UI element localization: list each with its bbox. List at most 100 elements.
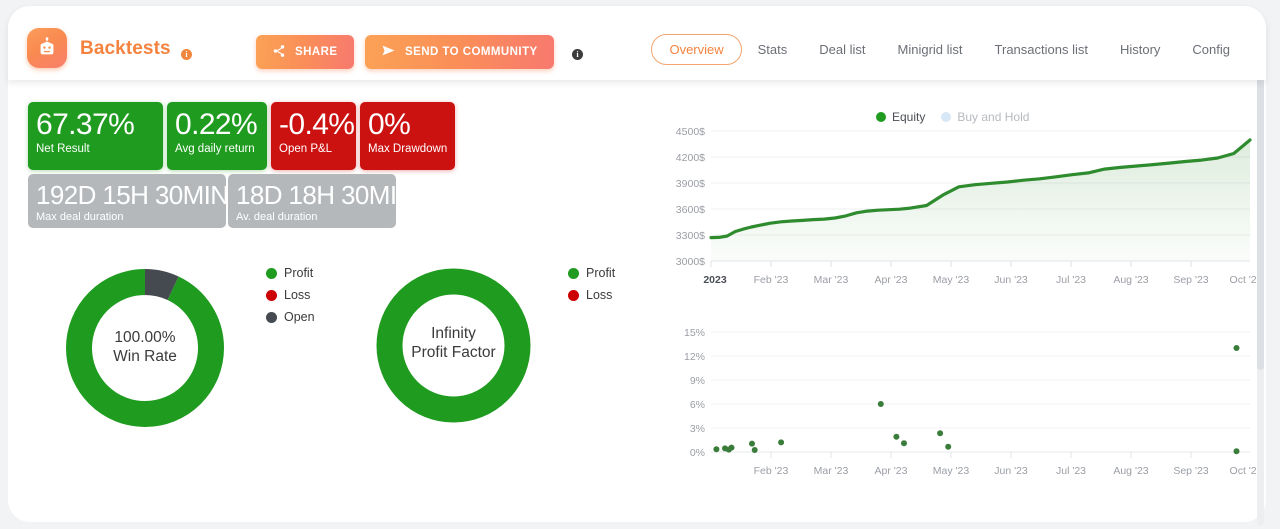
stat-value: 192D 15H 30MIN <box>36 180 218 210</box>
legend-dot-loss <box>568 290 579 301</box>
stat-card-open-pnl: -0.4% Open P&L <box>271 102 356 170</box>
y-tick-label: 15% <box>684 327 705 339</box>
x-tick-label: Feb '23 <box>754 274 789 286</box>
scatter-point[interactable] <box>713 446 719 452</box>
tab-minigrid-list[interactable]: Minigrid list <box>882 35 979 64</box>
x-tick-label: May '23 <box>933 274 970 286</box>
x-tick-label: Apr '23 <box>875 465 908 477</box>
legend-dot-profit <box>568 268 579 279</box>
scatter-point[interactable] <box>901 440 907 446</box>
tab-config[interactable]: Config <box>1176 35 1246 64</box>
scatter-gridlines <box>711 332 1250 452</box>
legend-item-profit: Profit <box>568 266 615 280</box>
stat-value: 0% <box>368 108 447 142</box>
scatter-point[interactable] <box>729 445 735 451</box>
x-tick-label: Jun '23 <box>994 465 1028 477</box>
stat-value: 67.37% <box>36 108 155 142</box>
x-tick-label: Feb '23 <box>754 465 789 477</box>
y-tick-label: 4200$ <box>676 152 705 164</box>
tab-transactions-list[interactable]: Transactions list <box>979 35 1104 64</box>
legend-item-profit: Profit <box>266 266 315 280</box>
scatter-points-group <box>713 345 1239 454</box>
win-rate-donut-chart: 100.00% Win Rate <box>55 258 235 438</box>
legend-item-loss: Loss <box>266 288 315 302</box>
equity-chart-svg: 4500$ 4200$ 3900$ 3600$ 3300$ 3000$ <box>653 118 1258 293</box>
scatter-point[interactable] <box>1234 345 1240 351</box>
scatter-x-axis-labels: Feb '23 Mar '23 Apr '23 May '23 Jun '23 … <box>754 465 1258 477</box>
scatter-point[interactable] <box>752 447 758 453</box>
share-icon <box>272 44 286 61</box>
scatter-y-axis-labels: 15% 12% 9% 6% 3% 0% <box>684 327 705 459</box>
scatter-point[interactable] <box>893 434 899 440</box>
stat-label: Open P&L <box>279 142 348 156</box>
page-title: Backtests <box>80 38 171 60</box>
profit-factor-donut-chart: Infinity Profit Factor <box>366 258 541 433</box>
y-tick-label: 0% <box>690 447 705 459</box>
x-tick-label: Sep '23 <box>1173 465 1208 477</box>
profit-factor-value: Infinity <box>366 324 541 343</box>
share-button[interactable]: SHARE <box>256 35 354 69</box>
x-tick-label: Jul '23 <box>1056 274 1086 286</box>
scrollbar-thumb[interactable] <box>1257 70 1264 370</box>
title-info-icon[interactable]: i <box>181 46 192 64</box>
y-tick-label: 6% <box>690 399 705 411</box>
y-tick-label: 3300$ <box>676 230 705 242</box>
stat-value: 0.22% <box>175 108 259 142</box>
x-tick-label: Mar '23 <box>814 465 849 477</box>
x-tick-label: Aug '23 <box>1113 465 1148 477</box>
profit-factor-legend: Profit Loss <box>568 266 615 310</box>
stat-card-net-result: 67.37% Net Result <box>28 102 163 170</box>
tab-overview[interactable]: Overview <box>651 34 741 65</box>
equity-x-ticks <box>711 261 1191 267</box>
legend-dot-loss <box>266 290 277 301</box>
y-tick-label: 12% <box>684 351 705 363</box>
tab-stats[interactable]: Stats <box>742 35 804 64</box>
scatter-point[interactable] <box>878 401 884 407</box>
stat-label: Net Result <box>36 142 155 156</box>
legend-item-open: Open <box>266 310 315 324</box>
stat-card-avg-daily-return: 0.22% Avg daily return <box>167 102 267 170</box>
y-tick-label: 3600$ <box>676 204 705 216</box>
scatter-point[interactable] <box>945 444 951 450</box>
legend-item-loss: Loss <box>568 288 615 302</box>
equity-x-axis-labels: 2023 Feb '23 Mar '23 Apr '23 May '23 Jun… <box>703 274 1258 286</box>
stat-value: 18D 18H 30MIN <box>236 180 388 210</box>
header-info-icon[interactable]: i <box>572 46 583 64</box>
legend-label: Loss <box>284 288 310 302</box>
legend-label: Open <box>284 310 315 324</box>
legend-label: Profit <box>284 266 313 280</box>
send-to-community-button[interactable]: SEND TO COMMUNITY <box>365 35 554 69</box>
x-tick-label: Sep '23 <box>1173 274 1208 286</box>
share-button-label: SHARE <box>295 46 338 58</box>
equity-y-axis-labels: 4500$ 4200$ 3900$ 3600$ 3300$ 3000$ <box>676 126 705 268</box>
legend-label: Loss <box>586 288 612 302</box>
scatter-x-ticks <box>771 452 1191 458</box>
stat-value: -0.4% <box>279 108 348 142</box>
y-tick-label: 9% <box>690 375 705 387</box>
scatter-point[interactable] <box>749 441 755 447</box>
equity-area <box>711 140 1250 261</box>
win-rate-label: Win Rate <box>55 347 235 366</box>
y-tick-label: 4500$ <box>676 126 705 138</box>
legend-dot-open <box>266 312 277 323</box>
x-tick-label: Apr '23 <box>875 274 908 286</box>
legend-dot-profit <box>266 268 277 279</box>
stat-label: Max deal duration <box>36 210 218 224</box>
scatter-point[interactable] <box>937 430 943 436</box>
vertical-scrollbar[interactable] <box>1257 70 1264 526</box>
tab-deal-list[interactable]: Deal list <box>803 35 881 64</box>
x-tick-label: Mar '23 <box>814 274 849 286</box>
send-icon <box>381 43 396 61</box>
stat-label: Avg daily return <box>175 142 259 156</box>
scatter-point[interactable] <box>778 439 784 445</box>
stat-label: Av. deal duration <box>236 210 388 224</box>
x-tick-label: May '23 <box>933 465 970 477</box>
deal-returns-scatter-svg: 15% 12% 9% 6% 3% 0% Feb '23 Mar '23 <box>653 318 1258 486</box>
x-tick-label: Jul '23 <box>1056 465 1086 477</box>
tab-history[interactable]: History <box>1104 35 1176 64</box>
y-tick-label: 3900$ <box>676 178 705 190</box>
win-rate-legend: Profit Loss Open <box>266 266 315 332</box>
scatter-point[interactable] <box>1234 448 1240 454</box>
x-tick-label: Aug '23 <box>1113 274 1148 286</box>
stat-card-max-drawdown: 0% Max Drawdown <box>360 102 455 170</box>
